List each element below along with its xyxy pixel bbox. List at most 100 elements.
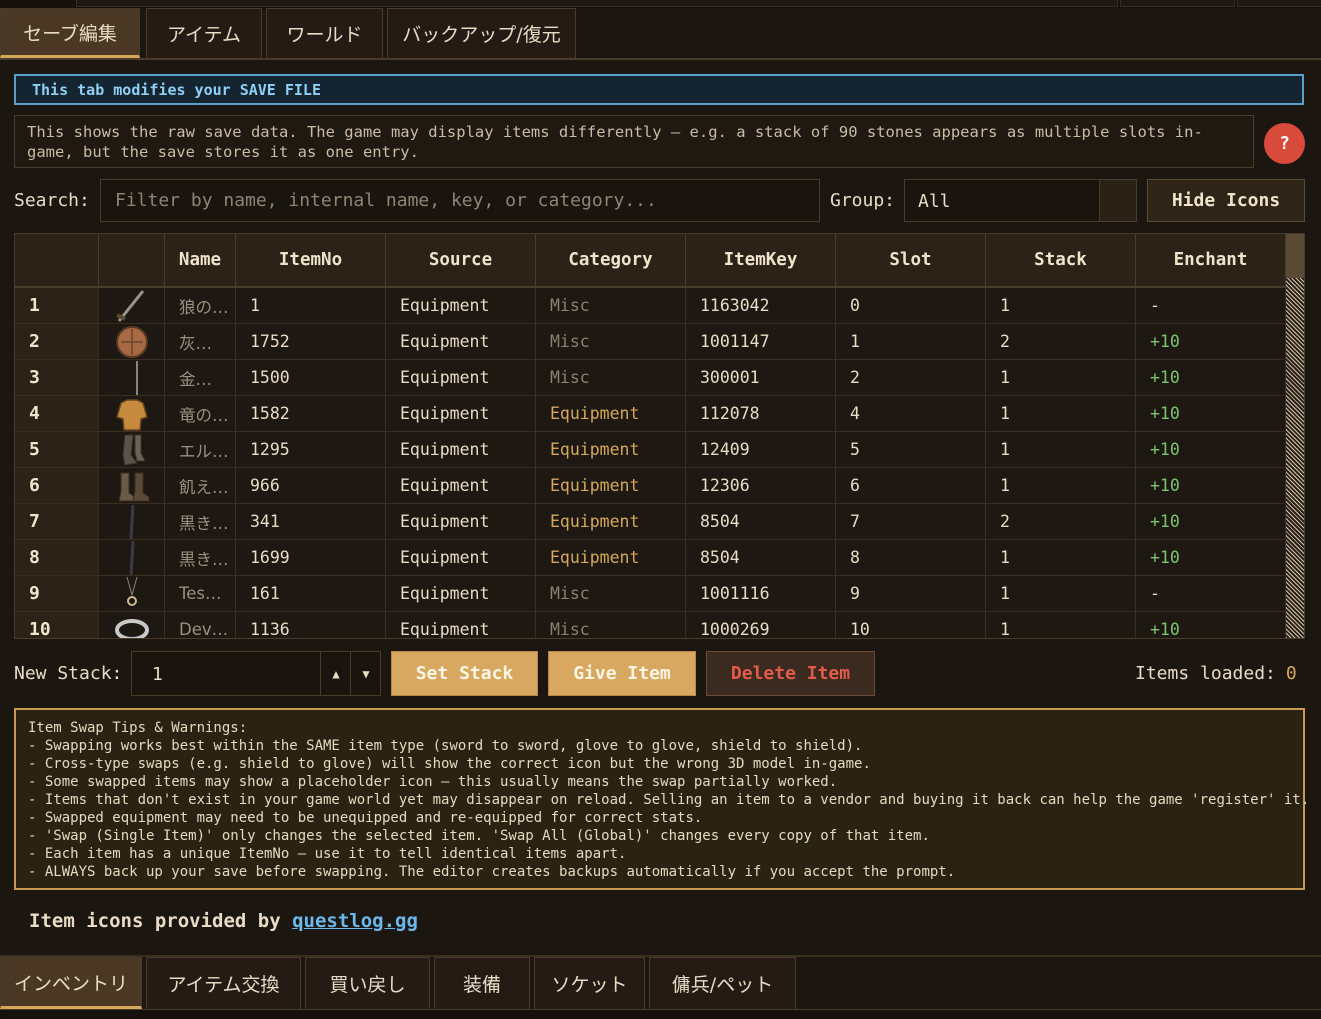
cell-itemkey: 300001 xyxy=(686,360,836,395)
cell-category: Equipment xyxy=(536,540,686,575)
col-stack-header[interactable]: Stack xyxy=(986,234,1136,288)
table-row[interactable]: 10 Dev… 1136 Equipment Misc 1000269 10 1 +10 xyxy=(15,612,1286,638)
cell-source: Equipment xyxy=(386,396,536,431)
cell-itemno: 1295 xyxy=(236,432,386,467)
cell-source: Equipment xyxy=(386,468,536,503)
col-name-header[interactable]: Name xyxy=(165,234,236,288)
stepper-up-icon[interactable]: ▲ xyxy=(320,652,351,695)
table-row[interactable]: 9 Tes… 161 Equipment Misc 1001116 9 1- xyxy=(15,576,1286,612)
stepper-down-icon[interactable]: ▼ xyxy=(350,652,381,695)
tab-world[interactable]: ワールド xyxy=(266,8,383,58)
delete-item-button[interactable]: Delete Item xyxy=(706,651,875,696)
cell-category: Misc xyxy=(536,288,686,323)
cell-itemkey: 112078 xyxy=(686,396,836,431)
cell-enchant: +10 xyxy=(1136,396,1286,431)
cell-category: Misc xyxy=(536,324,686,359)
table-row[interactable]: 4 竜の… 1582 Equipment Equipment 112078 4 1 +10 xyxy=(15,396,1286,432)
item-swap-tips: Item Swap Tips & Warnings: - Swapping wo… xyxy=(14,708,1310,890)
table-row[interactable]: 8 黒き… 1699 Equipment Equipment 8504 8 1 +10 xyxy=(15,540,1286,576)
questlog-link[interactable]: questlog.gg xyxy=(292,910,418,932)
cell-category: Equipment xyxy=(536,468,686,503)
cell-slot: 8 xyxy=(836,540,986,575)
give-item-button[interactable]: Give Item xyxy=(548,651,696,696)
cell-itemno: 1582 xyxy=(236,396,386,431)
items-loaded-count: 0 xyxy=(1285,663,1297,684)
cell-itemno: 161 xyxy=(236,576,386,611)
tab-buyback[interactable]: 買い戻し xyxy=(305,957,430,1009)
tip-line: Item Swap Tips & Warnings: xyxy=(28,720,248,736)
cell-category: Equipment xyxy=(536,504,686,539)
cell-itemkey: 1163042 xyxy=(686,288,836,323)
col-slot-header[interactable]: Slot xyxy=(836,234,986,288)
tab-item-swap[interactable]: アイテム交換 xyxy=(146,957,301,1009)
tip-line: - Each item has a unique ItemNo — use it… xyxy=(28,846,627,862)
tab-backup-restore[interactable]: バックアップ/復元 xyxy=(387,8,576,58)
cell-idx: 7 xyxy=(15,504,99,539)
tab-mercenary-pet[interactable]: 傭兵/ペット xyxy=(649,957,796,1009)
cell-stack: 1 xyxy=(986,612,1136,638)
ring-icon xyxy=(99,612,165,638)
cell-name: 狼の… xyxy=(165,288,236,323)
new-stack-value[interactable]: 1 xyxy=(152,664,163,685)
col-itemno-header[interactable]: ItemNo xyxy=(236,234,386,288)
save-file-warning-banner: This tab modifies your SAVE FILE xyxy=(14,74,1304,105)
armor-icon xyxy=(99,396,165,431)
cell-name: 黒き… xyxy=(165,540,236,575)
icon-credit: Item icons provided by questlog.gg xyxy=(29,910,418,932)
tab-socket[interactable]: ソケット xyxy=(534,957,645,1009)
top-tab-bar: セーブ編集 アイテム ワールド バックアップ/復元 xyxy=(0,8,1321,60)
col-index-header[interactable] xyxy=(15,234,99,288)
table-row[interactable]: 1 狼の… 1 Equipment Misc 1163042 0 1- xyxy=(15,288,1286,324)
cell-slot: 9 xyxy=(836,576,986,611)
cell-slot: 7 xyxy=(836,504,986,539)
table-row[interactable]: 7 黒き… 341 Equipment Equipment 8504 7 2 +10 xyxy=(15,504,1286,540)
sword-icon xyxy=(99,288,165,323)
cell-enchant: +10 xyxy=(1136,468,1286,503)
cell-source: Equipment xyxy=(386,432,536,467)
tab-items[interactable]: アイテム xyxy=(146,8,262,58)
search-input[interactable] xyxy=(100,179,820,222)
cell-itemno: 1699 xyxy=(236,540,386,575)
shield-icon xyxy=(99,324,165,359)
cell-idx: 3 xyxy=(15,360,99,395)
tab-inventory[interactable]: インベントリ xyxy=(0,957,142,1009)
col-category-header[interactable]: Category xyxy=(536,234,686,288)
table-row[interactable]: 5 エル… 1295 Equipment Equipment 12409 5 1 +10 xyxy=(15,432,1286,468)
group-label: Group: xyxy=(830,190,896,211)
table-row[interactable]: 3 金… 1500 Equipment Misc 300001 2 1 +10 xyxy=(15,360,1286,396)
col-enchant-header[interactable]: Enchant xyxy=(1136,234,1286,288)
cell-slot: 5 xyxy=(836,432,986,467)
cell-itemkey: 12306 xyxy=(686,468,836,503)
cell-idx: 10 xyxy=(15,612,99,638)
cell-idx: 2 xyxy=(15,324,99,359)
cell-slot: 6 xyxy=(836,468,986,503)
col-icon-header[interactable] xyxy=(99,234,165,288)
cell-itemno: 1 xyxy=(236,288,386,323)
group-select[interactable]: All xyxy=(904,179,1137,222)
new-stack-stepper[interactable]: 1 ▲ ▼ xyxy=(131,651,381,696)
col-itemkey-header[interactable]: ItemKey xyxy=(686,234,836,288)
dark-blade-icon xyxy=(99,504,165,539)
cell-source: Equipment xyxy=(386,540,536,575)
hide-icons-button[interactable]: Hide Icons xyxy=(1147,179,1305,222)
help-button[interactable]: ? xyxy=(1264,123,1305,164)
cell-enchant: - xyxy=(1136,576,1286,611)
new-stack-label: New Stack: xyxy=(14,663,123,684)
table-row[interactable]: 2 灰… 1752 Equipment Misc 1001147 1 2 +10 xyxy=(15,324,1286,360)
cell-enchant: +10 xyxy=(1136,540,1286,575)
group-dropdown-arrow[interactable] xyxy=(1099,180,1136,221)
cell-stack: 1 xyxy=(986,396,1136,431)
cell-source: Equipment xyxy=(386,360,536,395)
cell-idx: 8 xyxy=(15,540,99,575)
cell-itemkey: 1000269 xyxy=(686,612,836,638)
table-row[interactable]: 6 飢え… 966 Equipment Equipment 12306 6 1 +10 xyxy=(15,468,1286,504)
tab-equipment[interactable]: 装備 xyxy=(434,957,530,1009)
tab-save-edit[interactable]: セーブ編集 xyxy=(0,8,140,58)
table-scrollbar[interactable] xyxy=(1286,234,1304,638)
tip-line: - Items that don't exist in your game wo… xyxy=(28,792,1310,808)
col-source-header[interactable]: Source xyxy=(386,234,536,288)
search-label: Search: xyxy=(14,190,90,211)
set-stack-button[interactable]: Set Stack xyxy=(391,651,538,696)
cell-stack: 1 xyxy=(986,360,1136,395)
scrollbar-thumb[interactable] xyxy=(1286,234,1304,278)
